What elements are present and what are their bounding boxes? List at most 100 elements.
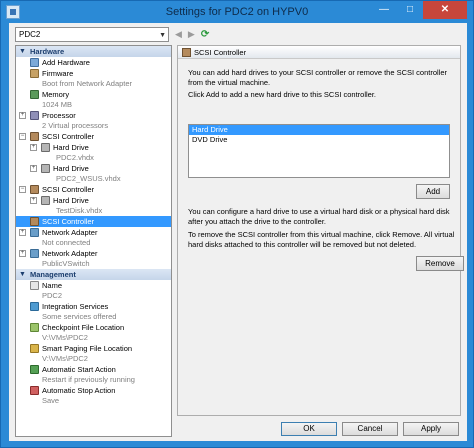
scsi-controller-panel: SCSI Controller You can add hard drives … <box>177 45 464 416</box>
tree-item-smart-paging-file-location[interactable]: Smart Paging File Location <box>16 343 171 354</box>
tree-item-label: Hard Drive <box>53 164 89 173</box>
tree-item-label: SCSI Controller <box>42 132 95 141</box>
tree-section-management[interactable]: ▼ Management <box>16 269 171 280</box>
tree-item-detail: Not connected <box>42 238 91 247</box>
tree-item-label: Firmware <box>42 69 74 78</box>
tree-item-hard-drive[interactable]: + Hard Drive <box>16 195 171 206</box>
title-bar[interactable]: Settings for PDC2 on HYPV0 — □ ✕ <box>1 1 473 23</box>
ok-button[interactable]: OK <box>281 422 337 436</box>
tree-item-scsi-controller[interactable]: − SCSI Controller <box>16 131 171 142</box>
close-button[interactable]: ✕ <box>423 1 467 19</box>
add-button[interactable]: Add <box>416 184 450 199</box>
back-arrow-icon[interactable]: ◀ <box>175 29 182 40</box>
panel-remove-text: To remove the SCSI controller from this … <box>188 230 455 249</box>
expand-icon[interactable]: + <box>30 144 37 151</box>
tree-item-checkpoint-file-location[interactable]: Checkpoint File Location <box>16 322 171 333</box>
panel-title: SCSI Controller <box>194 48 247 57</box>
expand-icon[interactable]: + <box>19 229 26 236</box>
vm-select[interactable]: PDC2 ▼ <box>15 27 169 42</box>
tree-item-automatic-start-action[interactable]: Automatic Start Action <box>16 364 171 375</box>
tree-item-name[interactable]: Name <box>16 280 171 291</box>
automatic-start-icon <box>30 365 39 374</box>
cancel-button[interactable]: Cancel <box>342 422 398 436</box>
tree-section-label: Hardware <box>30 47 65 56</box>
tree-item-detail: PublicVSwitch <box>42 259 90 268</box>
tree-item-label: Automatic Stop Action <box>42 386 116 395</box>
remove-button[interactable]: Remove <box>416 256 464 271</box>
integration-services-icon <box>30 302 39 311</box>
tree-item-processor[interactable]: + Processor <box>16 110 171 121</box>
tree-item-add-hardware[interactable]: Add Hardware <box>16 57 171 68</box>
expand-icon[interactable]: + <box>30 197 37 204</box>
tree-item-label: SCSI Controller <box>42 185 95 194</box>
network-adapter-icon <box>30 249 39 258</box>
tree-item-detail: PDC2 <box>42 291 63 300</box>
tree-item-detail: Some services offered <box>42 312 117 321</box>
tree-item-label: Processor <box>42 111 76 120</box>
tree-item-detail: 2 Virtual processors <box>42 121 109 130</box>
checkpoint-icon <box>30 323 39 332</box>
settings-tree: ▼ Hardware Add Hardware Firmware Boot fr… <box>15 45 172 437</box>
tree-item-detail: Restart if previously running <box>42 375 135 384</box>
drive-option-hard-drive[interactable]: Hard Drive <box>189 125 449 135</box>
tree-item-detail: V:\VMs\PDC2 <box>42 354 88 363</box>
dialog-body: PDC2 ▼ ◀ ▶ ⟳ ▼ Hardware Add Hardware Fir… <box>9 23 467 441</box>
tree-item-detail: 1024 MB <box>42 100 73 109</box>
tree-item-label: Add Hardware <box>42 58 90 67</box>
expand-icon[interactable]: + <box>30 165 37 172</box>
collapse-icon[interactable]: − <box>19 133 26 140</box>
drive-option-dvd-drive[interactable]: DVD Drive <box>189 135 449 145</box>
settings-window: Settings for PDC2 on HYPV0 — □ ✕ PDC2 ▼ … <box>0 0 474 448</box>
scsi-controller-icon <box>182 48 191 57</box>
tree-item-scsi-controller[interactable]: − SCSI Controller <box>16 184 171 195</box>
tree-item-detail: V:\VMs\PDC2 <box>42 333 88 342</box>
expand-icon[interactable]: + <box>19 250 26 257</box>
scsi-controller-icon <box>30 217 39 226</box>
tree-item-memory[interactable]: Memory <box>16 89 171 100</box>
tree-item-label: Network Adapter <box>42 249 98 258</box>
collapse-icon[interactable]: ▼ <box>19 46 26 57</box>
refresh-icon[interactable]: ⟳ <box>201 29 209 40</box>
tree-section-hardware[interactable]: ▼ Hardware <box>16 46 171 57</box>
tree-item-network-adapter[interactable]: + Network Adapter <box>16 248 171 259</box>
tree-item-label: Network Adapter <box>42 228 98 237</box>
tree-item-label: Integration Services <box>42 302 109 311</box>
maximize-button[interactable]: □ <box>397 1 423 19</box>
panel-instruction-text: Click Add to add a new hard drive to thi… <box>188 90 377 99</box>
collapse-icon[interactable]: ▼ <box>19 269 26 280</box>
tree-item-hard-drive[interactable]: + Hard Drive <box>16 142 171 153</box>
chevron-down-icon: ▼ <box>159 32 166 39</box>
collapse-icon[interactable]: − <box>19 186 26 193</box>
window-controls: — □ ✕ <box>371 1 467 19</box>
tree-item-hard-drive[interactable]: + Hard Drive <box>16 163 171 174</box>
vm-select-value: PDC2 <box>19 30 41 39</box>
tree-item-label: Automatic Start Action <box>42 365 116 374</box>
tree-item-label: Hard Drive <box>53 143 89 152</box>
tree-item-detail: PDC2.vhdx <box>56 153 94 162</box>
apply-button[interactable]: Apply <box>403 422 459 436</box>
panel-header: SCSI Controller <box>178 46 460 59</box>
hard-drive-icon <box>41 196 50 205</box>
drive-type-list[interactable]: Hard Drive DVD Drive <box>188 124 450 178</box>
tree-item-firmware[interactable]: Firmware <box>16 68 171 79</box>
automatic-stop-icon <box>30 386 39 395</box>
tree-item-detail: Save <box>42 396 60 405</box>
navigation-toolbar: ◀ ▶ ⟳ <box>175 27 209 42</box>
tree-item-label: Smart Paging File Location <box>42 344 133 353</box>
hard-drive-icon <box>41 143 50 152</box>
tree-item-label: Checkpoint File Location <box>42 323 125 332</box>
tree-item-label: Memory <box>42 90 70 99</box>
expand-icon[interactable]: + <box>19 112 26 119</box>
minimize-button[interactable]: — <box>371 1 397 19</box>
smart-paging-icon <box>30 344 39 353</box>
firmware-icon <box>30 69 39 78</box>
tree-item-network-adapter[interactable]: + Network Adapter <box>16 227 171 238</box>
tree-item-detail: Boot from Network Adapter <box>42 79 133 88</box>
forward-arrow-icon[interactable]: ▶ <box>188 29 195 40</box>
tree-item-detail: TestDisk.vhdx <box>56 206 103 215</box>
tree-item-scsi-controller-selected[interactable]: SCSI Controller <box>16 216 171 227</box>
tree-item-integration-services[interactable]: Integration Services <box>16 301 171 312</box>
name-icon <box>30 281 39 290</box>
tree-item-automatic-stop-action[interactable]: Automatic Stop Action <box>16 385 171 396</box>
scsi-controller-icon <box>30 185 39 194</box>
